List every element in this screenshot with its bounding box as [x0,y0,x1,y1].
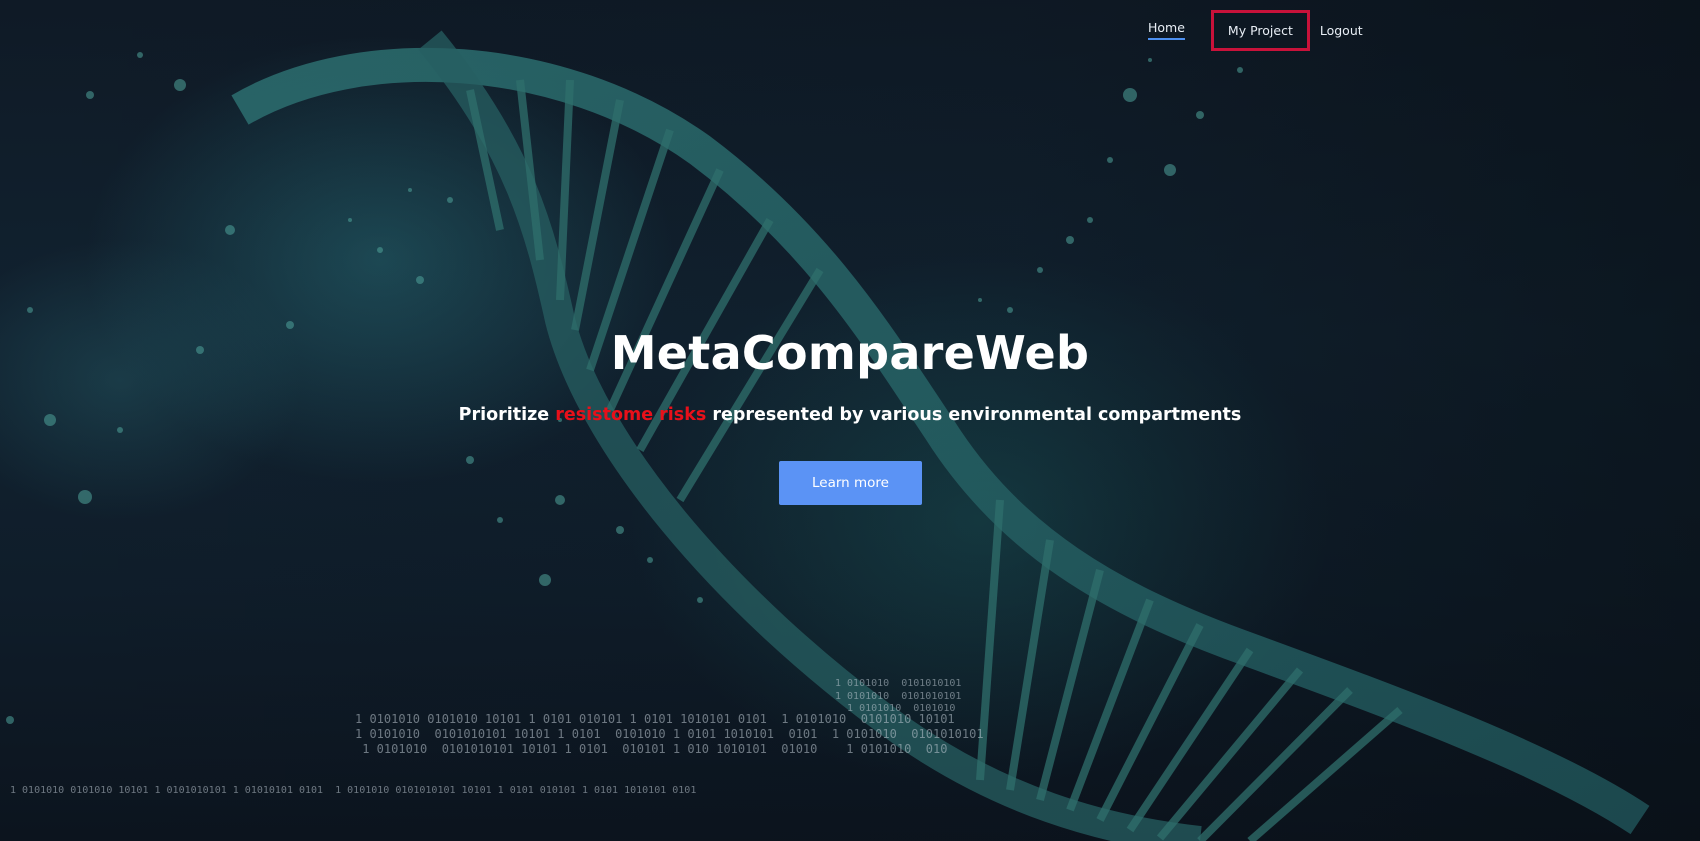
binary-code-decoration: 1 0101010 0101010 10101 1 0101010101 1 0… [10,785,697,796]
learn-more-button[interactable]: Learn more [779,461,922,505]
subtitle-text-after: represented by various environmental com… [706,405,1242,425]
top-navigation: Home My Project Logout [1148,9,1363,51]
subtitle-text-before: Prioritize [458,405,556,425]
hero-title: MetaCompareWeb [610,326,1090,380]
nav-home-link[interactable]: Home [1148,20,1185,40]
subtitle-highlight: resistome risks [555,405,707,425]
hero-section: 1 0101010 0101010101 1 0101010 010101010… [0,0,1700,841]
nav-logout-link[interactable]: Logout [1320,23,1363,38]
hero-subtitle: Prioritize resistome risks represented b… [0,405,1700,426]
nav-my-project-link[interactable]: My Project [1210,9,1310,51]
binary-code-decoration: 1 0101010 0101010101 1 0101010 010101010… [835,678,962,714]
binary-code-decoration: 1 0101010 0101010 10101 1 0101 010101 1 … [355,712,984,756]
